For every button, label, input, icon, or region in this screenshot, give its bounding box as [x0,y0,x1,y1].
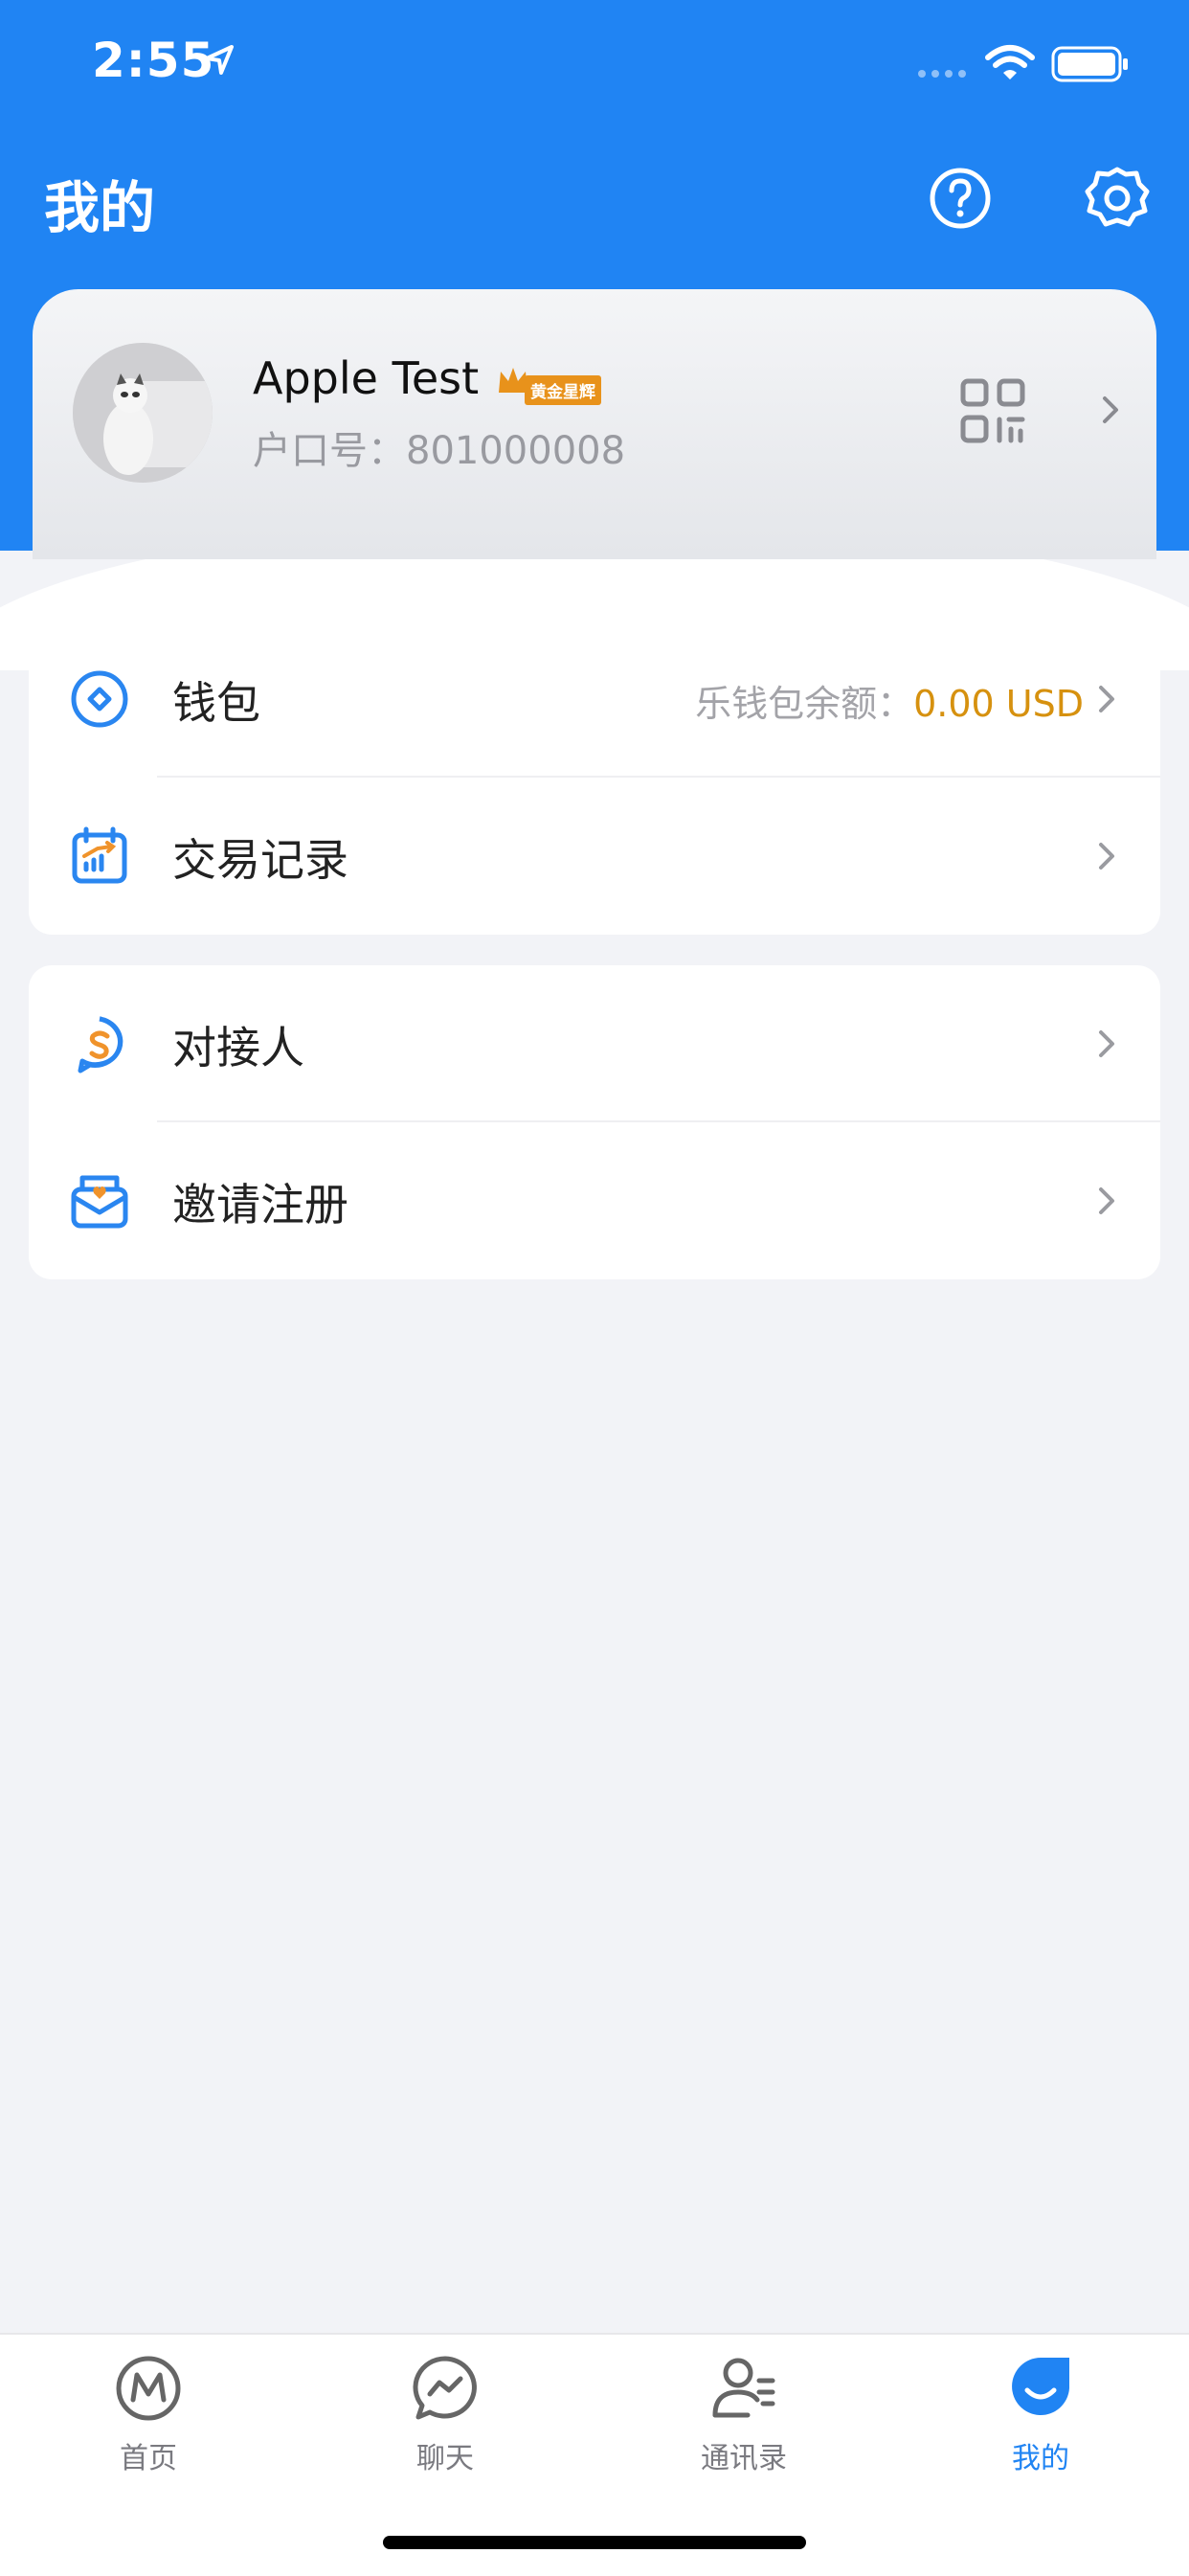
tab-me[interactable]: 我的 [945,2354,1136,2497]
qr-code-icon[interactable] [959,377,1026,444]
wallet-icon [71,670,128,728]
menu-item-label: 交易记录 [172,834,348,886]
home-m-icon [116,2356,181,2421]
status-bar: 2:55 [0,0,1189,134]
status-time: 2:55 [92,33,215,88]
account-value: 801000008 [406,429,626,473]
menu-item-wallet[interactable]: 钱包 乐钱包余额：0.00 USD [29,621,1160,778]
location-arrow-icon [205,45,234,75]
calendar-chart-icon [72,826,127,884]
chevron-right-icon [1099,1030,1114,1057]
chevron-right-icon [1099,843,1114,870]
menu-item-label: 邀请注册 [172,1179,348,1231]
menu-item-label: 对接人 [172,1022,304,1073]
menu-item-contact-person[interactable]: 对接人 [29,965,1160,1122]
chat-bubble-icon [413,2356,477,2420]
tab-home[interactable]: 首页 [53,2354,244,2497]
wallet-balance-label: 乐钱包余额： [695,683,914,725]
profile-card[interactable]: Apple Test 黄金星辉 户口号：801000008 [33,289,1156,559]
avatar-image [73,343,213,483]
tab-contacts[interactable]: 通讯录 [648,2354,840,2497]
wallet-balance-value: 0.00 USD [913,683,1084,725]
contacts-icon [712,2358,775,2418]
menu-item-invite[interactable]: 邀请注册 [29,1122,1160,1279]
chevron-right-icon [1103,396,1118,423]
vip-badge: 黄金星辉 [525,375,601,405]
tab-label: 聊天 [416,2442,474,2475]
tab-label: 首页 [120,2442,177,2475]
tab-label: 我的 [1012,2442,1069,2475]
menu-group-wallet: 钱包 乐钱包余额：0.00 USD 交易记录 [29,621,1160,935]
tab-label: 通讯录 [701,2442,787,2475]
account-label: 户口号： [253,429,406,473]
account-number: 户口号：801000008 [253,419,625,475]
invite-envelope-icon [71,1175,128,1229]
menu-item-label: 钱包 [172,677,260,729]
menu-group-social: 对接人 邀请注册 [29,965,1160,1279]
signal-icon [918,70,966,78]
me-smile-icon [1012,2358,1069,2415]
wifi-icon [985,45,1035,79]
avatar[interactable] [73,343,213,483]
chevron-right-icon [1099,686,1114,712]
battery-icon [1051,46,1128,82]
page-title: 我的 [44,175,156,240]
menu-item-transactions[interactable]: 交易记录 [29,778,1160,935]
contact-agent-icon [78,1016,123,1073]
user-name: Apple Test [253,352,480,404]
home-indicator [383,2536,806,2549]
help-icon[interactable] [929,167,992,230]
chevron-right-icon [1099,1187,1114,1214]
settings-gear-icon[interactable] [1084,165,1151,232]
tab-chat[interactable]: 聊天 [349,2354,541,2497]
wallet-balance: 乐钱包余额：0.00 USD [695,674,1084,727]
